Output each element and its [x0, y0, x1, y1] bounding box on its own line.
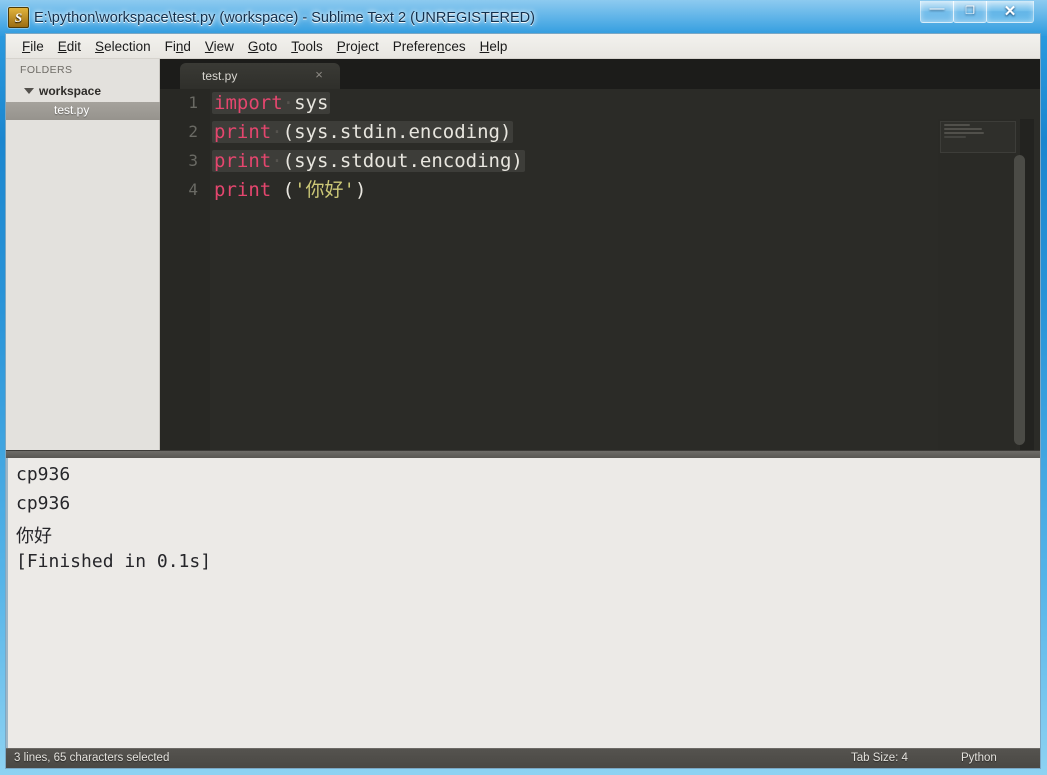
token-space: · — [282, 92, 295, 114]
output-line: 你好 — [16, 526, 52, 547]
title-bar: S E:\python\workspace\test.py (workspace… — [0, 0, 1047, 36]
token-keyword: print — [214, 179, 272, 201]
vertical-scrollbar-track[interactable] — [1014, 119, 1034, 450]
status-bar: 3 lines, 65 characters selected Tab Size… — [6, 748, 1040, 768]
vertical-scrollbar-thumb[interactable] — [1014, 155, 1025, 445]
menu-find[interactable]: Find — [160, 37, 196, 56]
token-paren: ( — [282, 179, 295, 201]
token-text: (sys.stdout.encoding) — [282, 150, 523, 172]
line-number: 1 — [188, 93, 198, 112]
sidebar-folder-workspace[interactable]: workspace — [6, 83, 160, 101]
close-icon: ✕ — [1003, 3, 1017, 20]
menu-file[interactable]: File — [17, 37, 49, 56]
token-keyword: print — [214, 150, 272, 172]
line-number-gutter: 1 2 3 4 — [160, 89, 210, 450]
token-text: sys — [294, 92, 329, 114]
line-number: 2 — [188, 122, 198, 141]
menu-selection[interactable]: Selection — [90, 37, 156, 56]
folders-header: FOLDERS — [20, 64, 73, 76]
triangle-down-icon[interactable] — [24, 88, 34, 94]
token-space: · — [271, 150, 283, 172]
code-content[interactable]: import·sys print·(sys.stdin.encoding) pr… — [210, 89, 1040, 450]
client-area: File Edit Selection Find View Goto Tools… — [5, 33, 1041, 769]
menu-edit[interactable]: Edit — [53, 37, 86, 56]
menu-help[interactable]: Help — [475, 37, 513, 56]
maximize-icon: ❐ — [965, 5, 975, 17]
output-line: [Finished in 0.1s] — [16, 551, 212, 572]
menu-tools[interactable]: Tools — [286, 37, 328, 56]
token-space: · — [271, 121, 283, 143]
sidebar: FOLDERS workspace test.py — [6, 59, 160, 450]
token-paren: ) — [355, 179, 367, 201]
tab-close-icon[interactable]: × — [312, 68, 326, 82]
tab-bar: test.py × — [160, 59, 1040, 89]
minimize-icon: — — [929, 0, 945, 17]
token-string: '你好' — [294, 179, 355, 201]
code-line-4: print ('你好') — [214, 176, 366, 205]
build-output-panel[interactable]: cp936 cp936 你好 [Finished in 0.1s] — [6, 458, 1040, 768]
token-keyword: import — [214, 92, 283, 114]
folder-label: workspace — [39, 84, 102, 98]
minimap[interactable] — [938, 119, 1016, 450]
output-line: cp936 — [16, 493, 71, 514]
editor-pane: test.py × 1 2 3 4 import·sys print·(sys.… — [160, 59, 1040, 450]
application-window: S E:\python\workspace\test.py (workspace… — [0, 0, 1047, 775]
sublime-logo-icon: S — [8, 7, 29, 28]
menu-preferences[interactable]: Preferences — [388, 37, 471, 56]
menu-goto[interactable]: Goto — [243, 37, 282, 56]
close-button[interactable]: ✕ — [986, 1, 1034, 23]
tab-label: test.py — [202, 69, 238, 83]
minimize-button[interactable]: — — [920, 1, 954, 23]
window-title: E:\python\workspace\test.py (workspace) … — [34, 10, 535, 26]
selection-status: 3 lines, 65 characters selected — [14, 752, 170, 764]
output-line: cp936 — [16, 464, 71, 485]
token-text: (sys.stdin.encoding) — [282, 121, 512, 143]
code-line-3: print·(sys.stdout.encoding) — [212, 147, 525, 176]
code-editor[interactable]: 1 2 3 4 import·sys print·(sys.stdin.enco… — [160, 89, 1040, 450]
menu-view[interactable]: View — [200, 37, 239, 56]
tab-test-py[interactable]: test.py × — [180, 63, 340, 89]
code-line-1: import·sys — [212, 89, 331, 118]
syntax-status[interactable]: Python — [961, 752, 997, 764]
tab-size-status[interactable]: Tab Size: 4 — [851, 752, 908, 764]
menu-bar: File Edit Selection Find View Goto Tools… — [6, 34, 1040, 59]
maximize-button[interactable]: ❐ — [953, 1, 987, 23]
token-keyword: print — [214, 121, 272, 143]
sidebar-file-test-py[interactable]: test.py — [6, 102, 160, 120]
code-line-2: print·(sys.stdin.encoding) — [212, 118, 514, 147]
menu-project[interactable]: Project — [332, 37, 384, 56]
line-number: 4 — [188, 180, 198, 199]
line-number: 3 — [188, 151, 198, 170]
file-label: test.py — [54, 103, 90, 117]
